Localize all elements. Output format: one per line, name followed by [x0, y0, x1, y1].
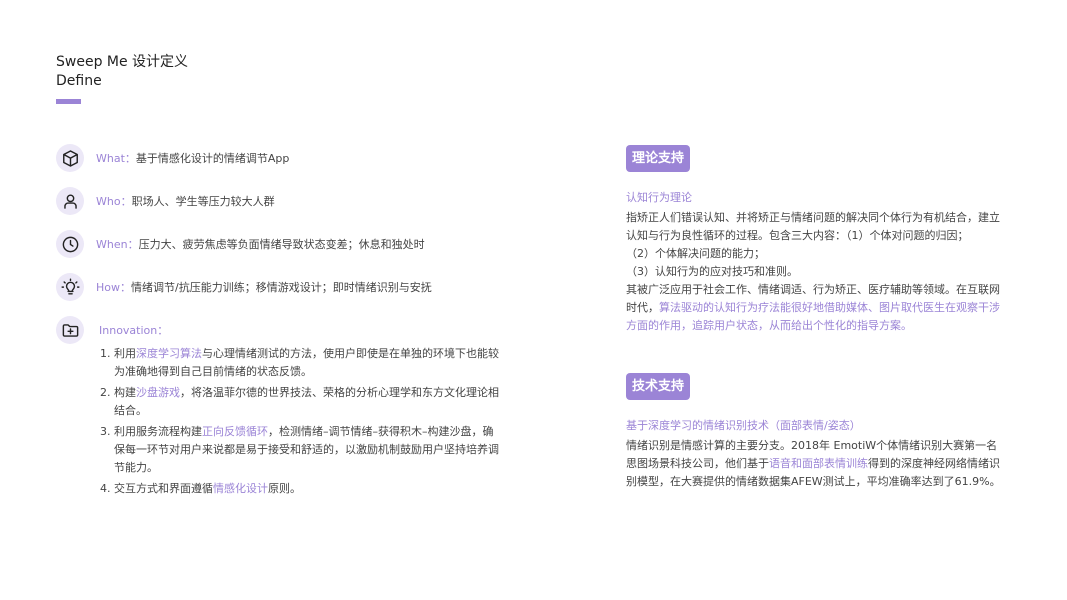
how-label: How: [96, 281, 120, 294]
theory-tag: 理论支持: [626, 145, 691, 172]
lightbulb-icon: [56, 273, 84, 301]
folder-add-icon: [56, 316, 84, 344]
tech-paragraph: 情绪识别是情感计算的主要分支。2018年 EmotiW个体情绪识别大赛第一名思图…: [626, 439, 1001, 488]
innovation-label: Innovation: [99, 324, 158, 337]
how-text: 情绪调节/抗压能力训练；移情游戏设计；即时情绪识别与安抚: [131, 281, 432, 294]
who-text: 职场人、学生等压力较大人群: [131, 195, 275, 208]
when-row: When：压力大、疲劳焦虑等负面情绪导致状态变差；休息和独处时: [56, 230, 425, 258]
theory-paragraph: 指矫正人们错误认知、并将矫正与情绪问题的解决同个体行为有机结合，建立认知与行为良…: [626, 211, 1000, 332]
clock-icon: [56, 230, 84, 258]
innovation-row: Innovation：: [56, 316, 168, 344]
cube-icon: [56, 144, 84, 172]
when-text: 压力大、疲劳焦虑等负面情绪导致状态变差；休息和独处时: [138, 238, 425, 251]
page-title: Sweep Me 设计定义 Define: [56, 53, 188, 91]
title-line-2: Define: [56, 73, 102, 89]
what-text: 基于情感化设计的情绪调节App: [135, 152, 290, 165]
what-label: What: [96, 152, 125, 165]
innovation-item: 3. 利用服务流程构建正向反馈循环，检测情绪–调节情绪–获得积木–构建沙盘，确保…: [100, 425, 499, 474]
innovation-item: 4. 交互方式和界面遵循情感化设计原则。: [100, 482, 301, 495]
title-accent-bar: [56, 99, 81, 104]
tech-tag: 技术支持: [626, 373, 691, 400]
what-row: What：基于情感化设计的情绪调节App: [56, 144, 289, 172]
innovation-item: 2. 构建沙盘游戏，将洛温菲尔德的世界技法、荣格的分析心理学和东方文化理论相结合…: [100, 386, 499, 417]
title-line-1: Sweep Me 设计定义: [56, 54, 189, 70]
tech-subtitle: 基于深度学习的情绪识别技术（面部表情/姿态）: [626, 419, 861, 432]
innovation-list: 1. 利用深度学习算法与心理情绪测试的方法，使用户即使是在单独的环境下也能较为准…: [100, 345, 500, 501]
theory-subtitle: 认知行为理论: [626, 191, 692, 204]
how-row: How：情绪调节/抗压能力训练；移情游戏设计；即时情绪识别与安抚: [56, 273, 432, 301]
innovation-item: 1. 利用深度学习算法与心理情绪测试的方法，使用户即使是在单独的环境下也能较为准…: [100, 347, 499, 378]
user-icon: [56, 187, 84, 215]
who-row: Who：职场人、学生等压力较大人群: [56, 187, 275, 215]
who-label: Who: [96, 195, 121, 208]
when-label: When: [96, 238, 128, 251]
